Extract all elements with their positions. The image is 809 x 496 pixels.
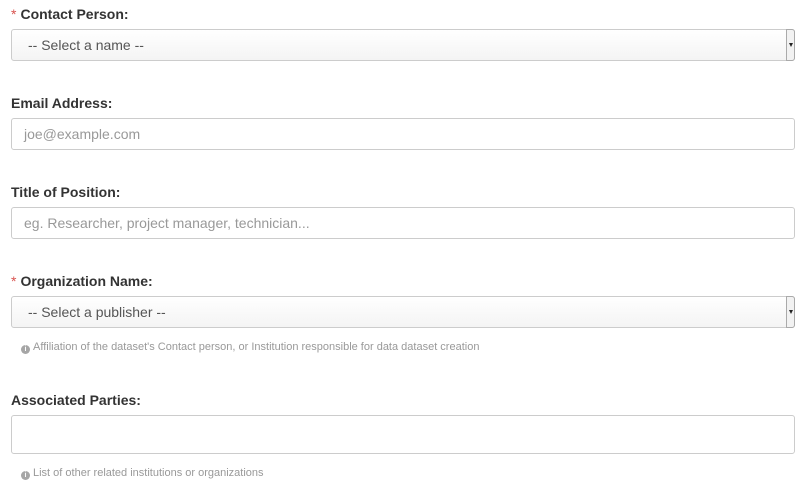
contact-person-selected: -- Select a name -- xyxy=(28,37,144,53)
email-placeholder: joe@example.com xyxy=(24,126,141,142)
associated-parties-field[interactable] xyxy=(11,415,795,454)
associated-parties-label: Associated Parties: xyxy=(11,392,141,408)
position-placeholder: eg. Researcher, project manager, technic… xyxy=(24,215,310,231)
chevron-down-icon[interactable] xyxy=(786,29,795,61)
organization-selected: -- Select a publisher -- xyxy=(28,304,166,320)
position-field[interactable]: eg. Researcher, project manager, technic… xyxy=(11,207,795,239)
associated-parties-help-text: List of other related institutions or or… xyxy=(33,467,264,479)
organization-help: i Affiliation of the dataset's Contact pe… xyxy=(21,341,479,354)
required-marker: * xyxy=(11,273,17,289)
organization-label-text: Organization Name: xyxy=(20,273,153,289)
info-circle-icon: i xyxy=(21,345,30,354)
organization-select[interactable]: -- Select a publisher -- xyxy=(11,296,795,328)
contact-person-select[interactable]: -- Select a name -- xyxy=(11,29,795,61)
contact-person-label: * Contact Person: xyxy=(11,6,129,22)
chevron-down-icon[interactable] xyxy=(786,296,795,328)
email-label: Email Address: xyxy=(11,95,113,111)
organization-label: * Organization Name: xyxy=(11,273,153,289)
associated-parties-help: i List of other related institutions or o… xyxy=(21,467,264,480)
info-circle-icon: i xyxy=(21,471,30,480)
position-label: Title of Position: xyxy=(11,184,121,200)
required-marker: * xyxy=(11,6,17,22)
organization-help-text: Affiliation of the dataset's Contact per… xyxy=(33,341,480,353)
email-field[interactable]: joe@example.com xyxy=(11,118,795,150)
contact-person-label-text: Contact Person: xyxy=(20,6,129,22)
